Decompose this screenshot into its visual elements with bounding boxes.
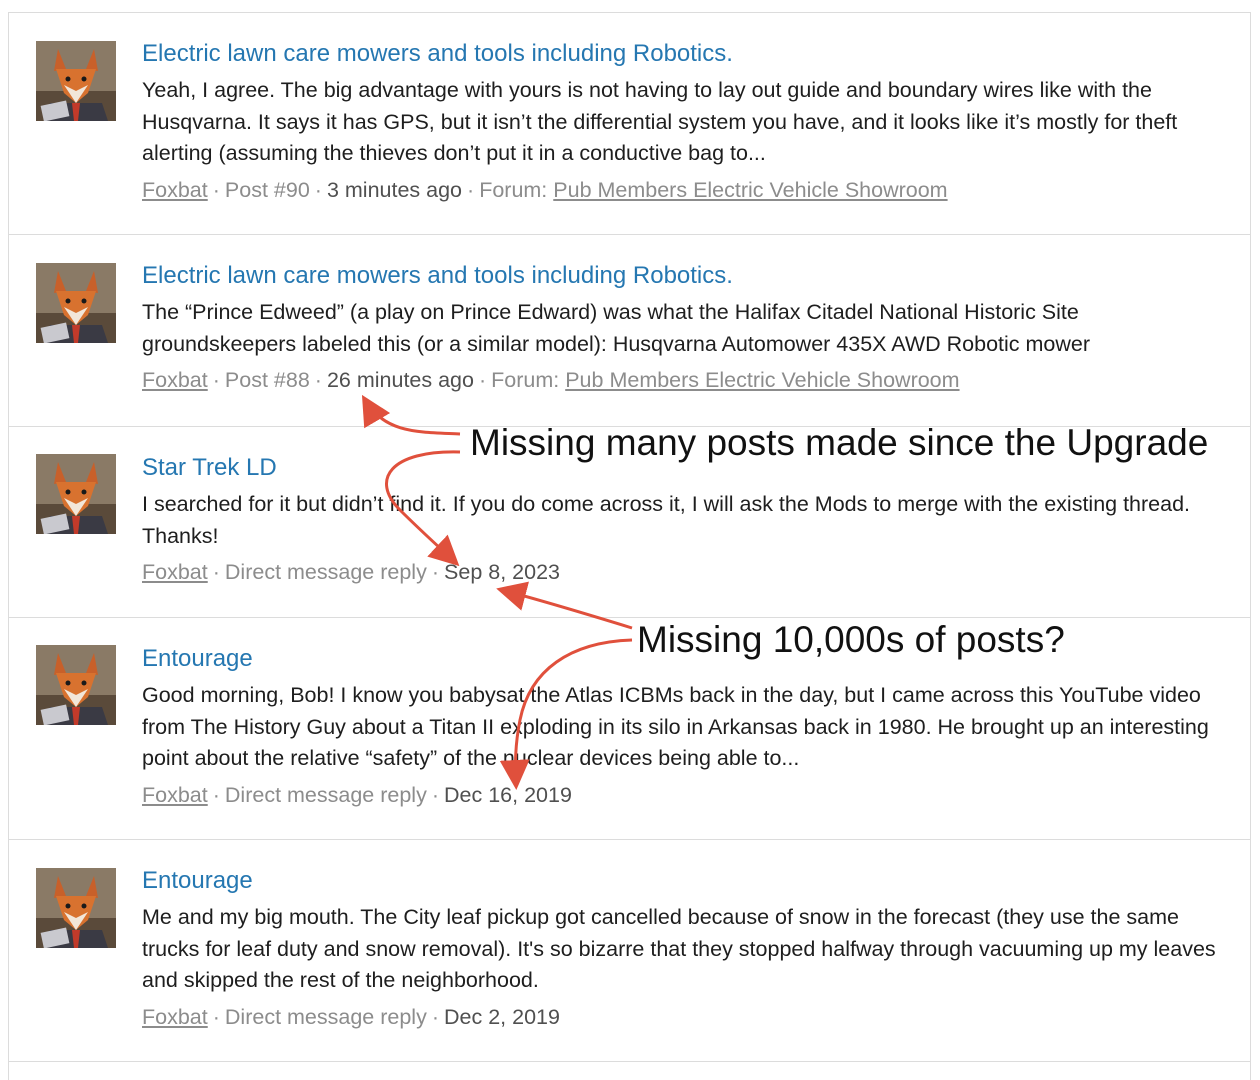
post-number: Post #90: [224, 177, 310, 202]
post-snippet: Me and my big mouth. The City leaf picku…: [142, 905, 1216, 992]
author-link[interactable]: Foxbat: [142, 560, 208, 584]
post-snippet: Good morning, Bob! I know you babysat th…: [142, 683, 1209, 770]
author-link[interactable]: Foxbat: [142, 368, 208, 392]
author-link[interactable]: Foxbat: [142, 783, 208, 807]
meta-separator: ·: [212, 177, 220, 202]
meta-separator: ·: [431, 1004, 440, 1029]
list-item: Electric lawn care mowers and tools incl…: [9, 13, 1250, 235]
fox-avatar-icon[interactable]: [36, 868, 116, 948]
thread-title-link[interactable]: Electric lawn care mowers and tools incl…: [142, 39, 1230, 69]
meta-separator: ·: [314, 368, 322, 392]
post-meta: Foxbat · Direct message reply · Sep 8, 2023: [142, 557, 1230, 587]
search-results-page: Electric lawn care mowers and tools incl…: [0, 0, 1260, 1080]
post-time[interactable]: 3 minutes ago: [327, 178, 462, 202]
list-item: Electric lawn care mowers and tools incl…: [9, 235, 1250, 427]
meta-separator: ·: [478, 368, 487, 392]
message-type: Direct message reply: [224, 782, 427, 807]
list-item: Entourage Me and my big mouth. The City …: [9, 840, 1250, 1062]
post-time[interactable]: Sep 8, 2023: [444, 560, 560, 584]
post-time[interactable]: Dec 2, 2019: [444, 1005, 560, 1029]
forum-label: Forum:: [479, 177, 548, 202]
results-list: Electric lawn care mowers and tools incl…: [8, 12, 1251, 1080]
annotation-upgrade-note: Missing many posts made since the Upgrad…: [470, 422, 1209, 463]
post-meta: Foxbat · Post #88 · 26 minutes ago · Forum: Pu…: [142, 365, 1230, 395]
meta-separator: ·: [431, 560, 440, 584]
post-meta: Foxbat · Post #90 · 3 minutes ago · Forum: Pub…: [142, 175, 1230, 205]
meta-separator: ·: [314, 177, 322, 202]
forum-link[interactable]: Pub Members Electric Vehicle Showroom: [565, 368, 959, 392]
fox-avatar-icon[interactable]: [36, 41, 116, 121]
fox-avatar-icon[interactable]: [36, 645, 116, 725]
message-type: Direct message reply: [224, 560, 427, 584]
post-snippet: Yeah, I agree. The big advantage with yo…: [142, 78, 1178, 165]
fox-avatar-icon[interactable]: [36, 454, 116, 534]
meta-separator: ·: [212, 560, 220, 584]
annotation-count-note: Missing 10,000s of posts?: [637, 619, 1065, 660]
post-time[interactable]: Dec 16, 2019: [444, 783, 572, 807]
author-link[interactable]: Foxbat: [142, 178, 208, 202]
forum-label: Forum:: [491, 368, 560, 392]
meta-separator: ·: [212, 368, 220, 392]
post-snippet: I searched for it but didn’t find it. If…: [142, 492, 1191, 548]
post-meta: Foxbat · Direct message reply · Dec 16, 2019: [142, 780, 1230, 810]
meta-separator: ·: [467, 177, 475, 202]
meta-separator: ·: [431, 782, 440, 807]
thread-title-link[interactable]: Electric lawn care mowers and tools incl…: [142, 261, 1230, 291]
post-snippet: The “Prince Edweed” (a play on Prince Ed…: [142, 300, 1091, 356]
forum-link[interactable]: Pub Members Electric Vehicle Showroom: [553, 178, 947, 202]
thread-title-link[interactable]: Entourage: [142, 866, 1230, 896]
fox-avatar-icon[interactable]: [36, 263, 116, 343]
message-type: Direct message reply: [224, 1004, 427, 1029]
author-link[interactable]: Foxbat: [142, 1005, 208, 1029]
post-meta: Foxbat · Direct message reply · Dec 2, 2019: [142, 1002, 1230, 1032]
meta-separator: ·: [212, 1004, 220, 1029]
meta-separator: ·: [212, 782, 220, 807]
post-number: Post #88: [224, 368, 310, 392]
post-time[interactable]: 26 minutes ago: [327, 368, 474, 392]
